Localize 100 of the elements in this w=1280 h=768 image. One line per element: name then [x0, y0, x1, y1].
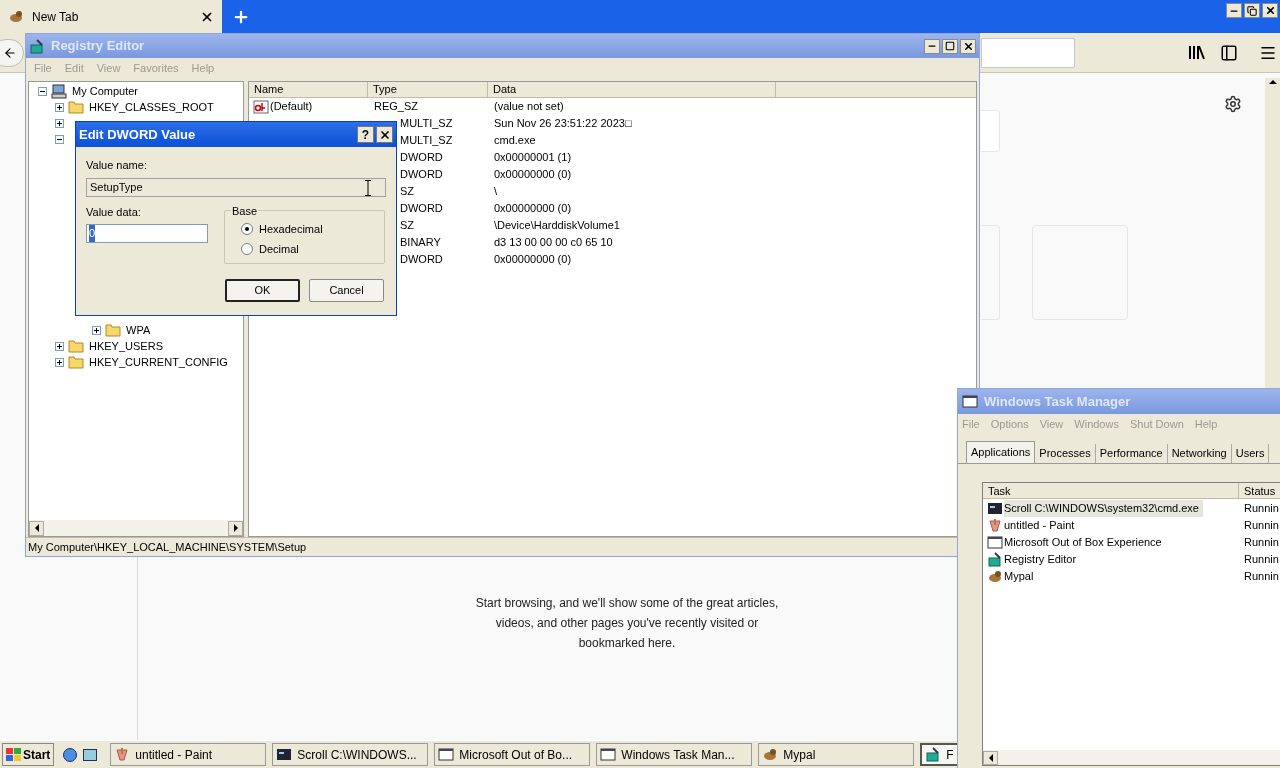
close-icon [378, 128, 391, 141]
tab[interactable]: Users [1231, 444, 1270, 463]
tab[interactable]: Applications [966, 441, 1036, 463]
table-cell: SZ [400, 219, 415, 232]
column-header[interactable]: Task [983, 483, 1239, 498]
tile[interactable] [981, 225, 1000, 320]
collapse-toggle[interactable] [55, 134, 64, 144]
radio-option[interactable]: Decimal [241, 241, 384, 258]
tab[interactable]: Processes [1035, 444, 1096, 463]
cancel-button[interactable]: Cancel [309, 278, 384, 302]
window-title: Registry Editor [51, 37, 145, 56]
radio-option[interactable]: Hexadecimal [241, 220, 384, 237]
window-title: Windows Task Manager [984, 392, 1131, 411]
value-name-field[interactable]: SetupType [86, 177, 386, 197]
status-bar-text: My Computer\HKEY_LOCAL_MACHINE\SYSTEM\Setup [28, 539, 307, 555]
expand-toggle[interactable] [55, 341, 64, 351]
field-label: Value data: [86, 204, 142, 220]
taskbar-button[interactable]: Scroll C:\WINDOWS... [272, 743, 429, 766]
creature-icon [987, 569, 1003, 584]
text-cursor-icon [365, 179, 371, 196]
tree-item[interactable]: HKEY_USERS [89, 337, 163, 355]
table-cell: 0x00000001 (1) [494, 151, 572, 164]
field-label: Value name: [86, 158, 148, 173]
tab[interactable]: Performance [1095, 444, 1168, 463]
collapse-toggle[interactable] [38, 86, 47, 96]
taskbar-button[interactable]: untitled - Paint [110, 743, 267, 766]
settings-icon[interactable] [1224, 95, 1242, 113]
expand-toggle[interactable] [55, 357, 64, 367]
table-cell: (value not set) [494, 100, 564, 113]
table-cell: 0x00000000 (0) [494, 168, 572, 181]
back-button[interactable] [0, 38, 24, 67]
address-field[interactable] [981, 37, 1075, 68]
horizontal-scrollbar[interactable] [29, 520, 243, 536]
column-header[interactable]: Type [368, 82, 488, 97]
close-icon [962, 40, 974, 52]
minimize-button[interactable] [1226, 3, 1242, 18]
expand-toggle[interactable] [92, 325, 101, 335]
task-name[interactable]: Mypal [1004, 568, 1034, 585]
tree-item[interactable]: HKEY_CLASSES_ROOT [89, 98, 214, 116]
paint-bucket-icon [987, 518, 1003, 533]
horizontal-scrollbar[interactable] [983, 750, 1280, 765]
minimize-button[interactable] [924, 38, 940, 54]
task-name[interactable]: Registry Editor [1004, 551, 1077, 568]
task-name[interactable]: untitled - Paint [1004, 517, 1075, 534]
tab-title: New Tab [32, 8, 80, 26]
radio-button[interactable] [241, 222, 253, 235]
table-cell: DWORD [400, 168, 443, 181]
table-cell: REG_SZ [374, 100, 418, 113]
maximize-button[interactable] [942, 38, 958, 54]
column-header[interactable]: Name [249, 82, 368, 97]
task-status: Runnin [1243, 552, 1279, 568]
console-icon [276, 747, 293, 762]
table-cell: SZ [400, 185, 415, 198]
restore-button[interactable] [1244, 3, 1260, 18]
task-status: Runnin [1243, 569, 1279, 585]
globe-icon[interactable] [62, 746, 79, 763]
taskbar-button[interactable]: Mypal [758, 743, 915, 766]
window-icon [987, 535, 1003, 550]
close-button[interactable] [376, 126, 393, 143]
tab[interactable]: Networking [1167, 444, 1232, 463]
scroll-up-arrow[interactable] [1268, 80, 1277, 84]
string-value-icon [253, 99, 269, 114]
table-cell: DWORD [400, 253, 443, 266]
start-button[interactable]: Start [2, 743, 55, 766]
task-status: Runnin [1243, 518, 1279, 534]
windows-logo-icon [6, 748, 21, 761]
value-data-field[interactable]: 0 [86, 224, 208, 243]
browser-tab[interactable]: New Tab [0, 0, 222, 33]
task-name[interactable]: Scroll C:\WINDOWS\system32\cmd.exe [1004, 500, 1203, 517]
expand-toggle[interactable] [55, 118, 64, 128]
column-header[interactable]: Status [1239, 483, 1280, 498]
tree-item[interactable]: WPA [126, 321, 151, 339]
library-icon[interactable] [1188, 45, 1205, 60]
taskbar-button[interactable]: Windows Task Man... [596, 743, 753, 766]
table-cell: 0x00000000 (0) [494, 202, 572, 215]
maximize-icon [945, 41, 955, 51]
desktop-icon[interactable] [82, 746, 99, 763]
back-arrow-icon [3, 45, 17, 60]
close-button[interactable] [960, 38, 976, 54]
tree-item[interactable]: HKEY_CURRENT_CONFIG [89, 353, 228, 371]
taskbar-button[interactable]: Microsoft Out of Bo... [434, 743, 591, 766]
task-name[interactable]: Microsoft Out of Box Experience [1004, 534, 1162, 551]
radio-button[interactable] [241, 243, 253, 256]
table-cell: 0x00000000 (0) [494, 253, 572, 266]
sidebar-icon[interactable] [1220, 43, 1238, 62]
tile[interactable] [981, 110, 1000, 152]
restore-icon [1247, 5, 1257, 16]
folder-icon [68, 339, 84, 353]
computer-icon [51, 83, 67, 99]
expand-toggle[interactable] [55, 102, 64, 112]
table-cell: Sun Nov 26 23:51:22 2023□ [494, 117, 632, 130]
column-header[interactable]: Data [488, 82, 776, 97]
window-icon [962, 394, 978, 409]
tree-item[interactable]: My Computer [72, 82, 139, 100]
ok-button[interactable]: OK [225, 278, 300, 302]
paint-bucket-icon [114, 747, 131, 762]
folder-icon [68, 100, 84, 114]
help-button[interactable]: ? [357, 126, 374, 143]
window-icon [438, 747, 455, 762]
close-button[interactable] [1262, 3, 1278, 18]
